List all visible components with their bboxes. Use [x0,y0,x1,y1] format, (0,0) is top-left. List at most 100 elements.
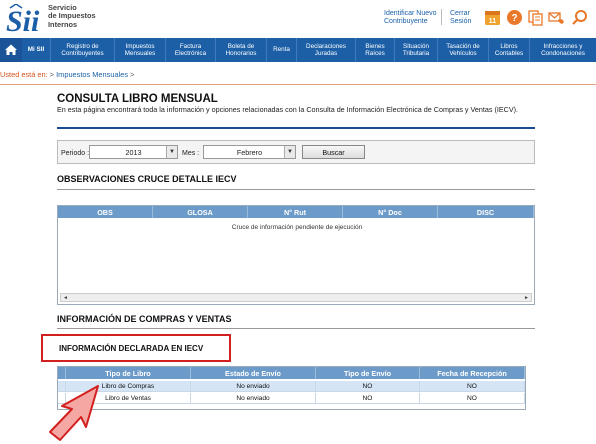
pending-message: Cruce de información pendiente de ejecuc… [231,224,363,231]
breadcrumb-divider [0,84,596,85]
nav-item-label-line: Situación [403,42,429,50]
nav-home[interactable] [0,38,22,62]
column-header: N° Rut [248,206,343,218]
pointer-arrow [49,385,99,441]
nav-item-label-line: Vehículos [449,50,477,57]
nav-item-label: Infracciones y Condonaciones [541,43,585,57]
chevron-down-icon: ▼ [284,146,295,158]
nav-item-label-line: Juradas [314,50,338,57]
cerrar-line-2: Sesión [450,18,472,25]
declarada-grid-header: Tipo de Libro Estado de Envío Tipo de Enví… [58,367,525,379]
identificar-line-2: Contribuyente [384,18,428,25]
nav-item-boleta-de-honorarios[interactable]: Boleta de Honorarios [215,38,266,62]
nav-item-label-line: Tasación de [446,42,480,50]
compras-ventas-title: INFORMACIÓN DE COMPRAS Y VENTAS [57,314,232,324]
table-cell: NO [316,393,420,404]
nav-item-declaraciones-juradas[interactable]: Declaraciones Juradas [296,38,355,62]
svg-text:?: ? [511,13,517,24]
table-row[interactable]: Libro de Ventas No enviado NO NO [58,393,525,404]
breadcrumb: Usted está en: > Impuestos Mensuales > [0,70,134,79]
observaciones-grid: OBS GLOSA N° Rut N° Doc DISC Cruce de inform… [57,205,535,305]
breadcrumb-link-impuestos[interactable]: Impuestos Mensuales [56,70,128,79]
title-divider [57,127,535,129]
buscar-button[interactable]: Buscar [302,145,365,159]
nav-item-label: Mi SII [28,46,44,53]
periodo-label: Periodo : [61,150,90,157]
nav-item-label: Registro de Contribuyentes [61,43,103,57]
nav-item-label-line: Electrónica [174,50,207,57]
horizontal-scrollbar[interactable]: ◄ ► [60,293,532,302]
calendar-icon[interactable]: 11 [484,9,501,26]
svg-text:Sii: Sii [6,5,40,34]
column-header: Fecha de Recepción [420,367,525,379]
table-cell: NO [420,393,525,404]
nav-item-label: Impuestos Mensuales [125,43,155,57]
table-cell: NO [420,381,525,392]
mes-select[interactable]: Febrero ▼ [203,145,296,159]
nav-item-label: Renta [273,46,290,53]
mes-value: Febrero [236,147,263,157]
nav-item-infracciones-y-condonaciones[interactable]: Infracciones y Condonaciones [529,38,596,62]
logo-text: Servicio de Impuestos Internos [48,3,96,29]
mail-phone-icon[interactable] [548,9,565,26]
header-spacer [58,367,66,379]
nav-item-label-line: Factura [179,42,202,50]
table-row[interactable]: Libro de Compras No enviado NO NO [58,381,525,392]
page-title: CONSULTA LIBRO MENSUAL [57,93,218,105]
help-icon[interactable]: ? [506,9,523,26]
nav-item-libros-contables[interactable]: Libros Contables [488,38,529,62]
header-separator [441,9,442,25]
nav-item-renta[interactable]: Renta [266,38,296,62]
nav-item-label-line: Contribuyentes [61,50,104,57]
nav-item-factura-electr-nica[interactable]: Factura Electrónica [165,38,215,62]
nav-item-impuestos-mensuales[interactable]: Impuestos Mensuales [114,38,165,62]
nav-item-label-line: Bienes [365,42,385,50]
column-header: N° Doc [343,206,438,218]
main-nav: Mi SII Registro de Contribuyentes Impuestos… [0,38,596,62]
header: Sii Servicio de Impuestos Internos Ident… [0,0,596,38]
nav-item-label: Libros Contables [495,43,523,57]
nav-item-mi-sii[interactable]: Mi SII [22,38,50,62]
column-header: Tipo de Envío [316,367,420,379]
nav-item-label: Tasación de Vehículos [446,43,480,57]
column-header: OBS [58,206,153,218]
nav-item-label-line: Mensuales [124,50,156,57]
column-header: Estado de Envío [191,367,316,379]
column-header: DISC [438,206,534,218]
nav-item-bienes-ra-ces[interactable]: Bienes Raíces [355,38,394,62]
nav-item-label-line: Tributaria [402,50,430,57]
chevron-down-icon: ▼ [166,146,177,158]
nav-item-label-line: Infracciones y [543,42,583,50]
nav-item-label: Factura Electrónica [175,43,206,57]
periodo-select[interactable]: 2013 ▼ [89,145,178,159]
table-cell: No enviado [191,393,316,404]
nav-item-label-line: Libros [500,42,518,50]
scroll-right-icon[interactable]: ► [522,294,531,301]
cerrar-sesion-link[interactable]: Cerrar Sesión [450,10,471,26]
nav-item-label-line: Honorarios [225,50,257,57]
identificar-link[interactable]: Identificar Nuevo Contribuyente [384,10,437,26]
scroll-left-icon[interactable]: ◄ [61,294,70,301]
nav-item-label-line: Impuestos [125,42,155,50]
table-cell: NO [316,381,420,392]
nav-item-label: Bienes Raíces [365,43,385,57]
nav-item-tasaci-n-de-veh-culos[interactable]: Tasación de Vehículos [437,38,488,62]
breadcrumb-lead: Usted está en: [0,70,48,79]
documents-icon[interactable] [527,9,544,26]
compras-ventas-divider [57,328,535,329]
logo-line-3: Internos [48,19,78,29]
identificar-line-1: Identificar Nuevo [384,10,437,17]
nav-item-label-line: Mi SII [27,46,45,54]
nav-item-label-line: Renta [273,46,290,54]
periodo-value: 2013 [125,147,142,157]
nav-item-label-line: Declaraciones [306,42,346,50]
breadcrumb-separator: > [49,70,55,79]
search-icon[interactable] [571,9,588,26]
nav-item-registro-de-contribuyentes[interactable]: Registro de Contribuyentes [50,38,114,62]
cerrar-line-1: Cerrar [450,10,470,17]
declarada-grid: Tipo de Libro Estado de Envío Tipo de Enví… [57,366,526,410]
nav-item-label-line: Boleta de [227,42,255,50]
nav-item-situaci-n-tributaria[interactable]: Situación Tributaria [394,38,437,62]
observaciones-grid-header: OBS GLOSA N° Rut N° Doc DISC [58,206,534,218]
sii-logo[interactable]: Sii [6,4,46,34]
